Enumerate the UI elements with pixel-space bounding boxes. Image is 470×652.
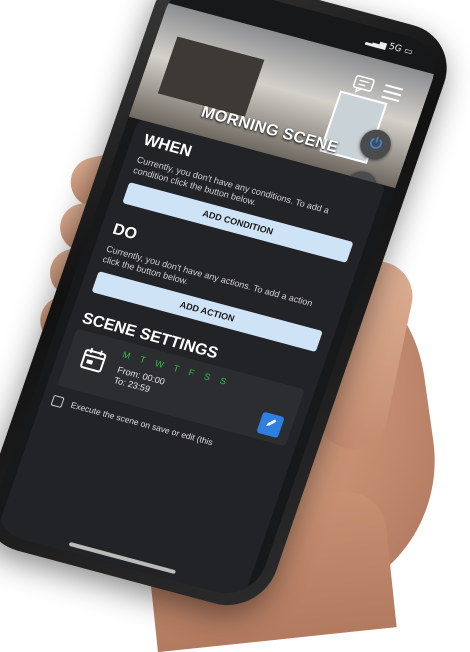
- power-icon: [366, 134, 386, 156]
- signal-icon: ▂▃▅: [364, 35, 388, 51]
- status-bar: ▂▃▅ 5G ▭: [365, 36, 414, 58]
- network-label: 5G: [387, 41, 403, 55]
- calendar-icon: [76, 345, 109, 379]
- battery-icon: ▭: [402, 45, 414, 58]
- schedule-times: From: 00:00 To: 23:59: [112, 365, 166, 398]
- edit-schedule-button[interactable]: [256, 411, 285, 439]
- execute-checkbox[interactable]: [50, 395, 65, 409]
- pencil-icon: [262, 415, 279, 435]
